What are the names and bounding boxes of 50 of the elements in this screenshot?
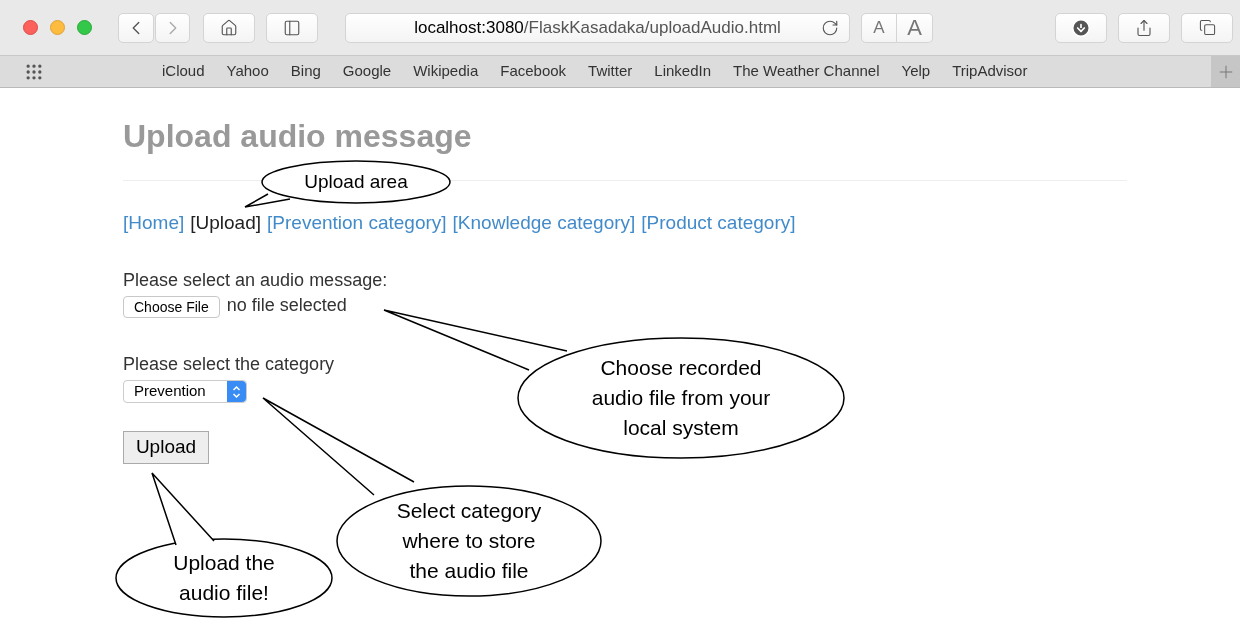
- bookmark-link[interactable]: Google: [342, 60, 392, 83]
- page-title: Upload audio message: [123, 117, 472, 155]
- nav-link[interactable]: [Home]: [123, 211, 185, 235]
- bookmark-link[interactable]: Facebook: [500, 60, 567, 83]
- reload-icon[interactable]: [821, 18, 839, 37]
- download-icon: [1071, 17, 1091, 38]
- maximize-window-icon[interactable]: [77, 20, 92, 35]
- tabs-icon: [1198, 19, 1216, 36]
- sidebar-icon: [283, 18, 301, 37]
- back-button[interactable]: [118, 12, 154, 43]
- tabs-button[interactable]: [1181, 12, 1233, 43]
- choose-file-button[interactable]: Choose File: [123, 296, 220, 318]
- bookmark-link[interactable]: LinkedIn: [654, 60, 711, 83]
- category-select[interactable]: Prevention: [123, 380, 247, 403]
- bookmark-link[interactable]: Bing: [290, 60, 321, 83]
- close-window-icon[interactable]: [23, 20, 38, 35]
- nav-link[interactable]: [Prevention category]: [267, 211, 447, 235]
- bookmark-link[interactable]: TripAdvisor: [952, 60, 1028, 83]
- new-tab-button[interactable]: [1211, 56, 1240, 87]
- url-path: /FlaskKasadaka/uploadAudio.html: [523, 17, 781, 37]
- smaller-text-button[interactable]: A: [861, 12, 897, 43]
- file-label: Please select an audio message:: [123, 269, 388, 292]
- bookmark-link[interactable]: Yahoo: [226, 60, 269, 83]
- callout-text: Choose recorded audio file from your local system: [591, 355, 771, 441]
- home-icon: [220, 18, 238, 37]
- category-label: Please select the category: [123, 353, 335, 376]
- share-button[interactable]: [1118, 12, 1170, 43]
- larger-text-button[interactable]: A: [897, 12, 933, 43]
- current-page-label: [Upload]: [190, 211, 262, 235]
- download-button[interactable]: [1055, 12, 1107, 43]
- file-status: no file selected: [226, 294, 347, 317]
- select-arrows-icon: [227, 381, 246, 402]
- bookmark-link[interactable]: The Weather Channel: [733, 60, 880, 83]
- address-field[interactable]: localhost:3080/FlaskKasadaka/uploadAudio.html: [345, 12, 850, 43]
- bookmark-link[interactable]: Wikipedia: [413, 60, 479, 83]
- url-host: localhost:3080: [414, 17, 524, 37]
- nav-link[interactable]: [Product category]: [641, 211, 796, 235]
- bookmark-link[interactable]: Twitter: [588, 60, 633, 83]
- share-icon: [1135, 18, 1153, 37]
- callout-text: Upload area: [304, 169, 408, 194]
- upload-button[interactable]: Upload: [123, 431, 209, 464]
- callout-text: Upload the audio file!: [173, 550, 275, 606]
- bookmark-link[interactable]: Yelp: [901, 60, 931, 83]
- callout-text: Select category where to store the audio file: [396, 498, 542, 584]
- nav-link[interactable]: [Knowledge category]: [452, 211, 636, 235]
- sidebar-button[interactable]: [266, 12, 318, 43]
- bookmark-link[interactable]: iCloud: [162, 60, 205, 83]
- forward-button[interactable]: [155, 12, 190, 43]
- minimize-window-icon[interactable]: [50, 20, 65, 35]
- home-button[interactable]: [203, 12, 255, 43]
